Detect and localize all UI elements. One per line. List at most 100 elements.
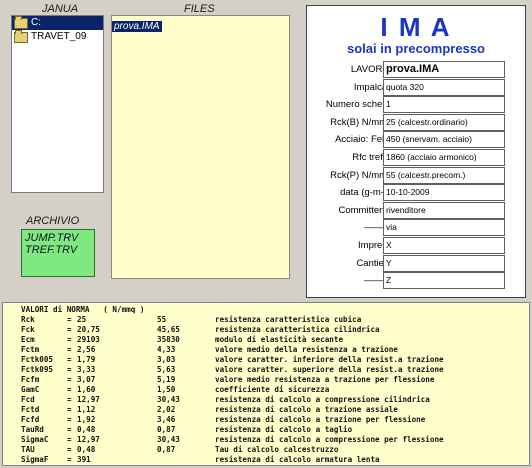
- norma-eq: =: [67, 375, 72, 384]
- directory-list[interactable]: C: TRAVET_09: [11, 15, 104, 193]
- norma-name: Fctd: [21, 405, 40, 414]
- norma-name: Fck: [21, 325, 35, 334]
- norma-row: Fcd = 12,97 30,43 resistenza di calcolo a co…: [3, 395, 529, 405]
- norma-value-1: 29103: [77, 335, 100, 344]
- norma-desc: resistenza caratteristica cilindrica: [215, 325, 380, 334]
- form-field[interactable]: 1: [383, 96, 505, 114]
- form-field[interactable]: 55 (calcestr.precom.): [383, 166, 505, 184]
- norma-value-1: 2,56: [77, 345, 96, 354]
- norma-name: SigmaC: [21, 435, 49, 444]
- files-list[interactable]: prova.IMA: [111, 15, 290, 279]
- dir-label: C:: [31, 17, 41, 28]
- norma-value-2: 1,50: [157, 385, 176, 394]
- form-field[interactable]: Z: [383, 272, 505, 290]
- norma-value-2: 2,02: [157, 405, 176, 414]
- form-row: Rfc trefoli: 1860 (acciaio armonico): [311, 149, 521, 166]
- dir-item-travet[interactable]: TRAVET_09: [12, 29, 103, 44]
- norma-value-2: 4,33: [157, 345, 176, 354]
- norma-name: Fcd: [21, 395, 35, 404]
- form-row: Impalcato quota 320: [311, 78, 521, 96]
- form-row: Acciaio: Fek = 450 (snervam. acciaio): [311, 131, 521, 149]
- norma-desc: coefficiente di sicurezza: [215, 385, 330, 394]
- form-row: Numero schemi: 1: [311, 96, 521, 114]
- form-field[interactable]: via: [383, 219, 505, 237]
- norma-desc: resistenza di calcolo a trazione assiale: [215, 405, 398, 414]
- norma-eq: =: [67, 425, 72, 434]
- norma-value-2: 3,03: [157, 355, 176, 364]
- norma-eq: =: [67, 365, 72, 374]
- dir-item-c[interactable]: C:: [12, 15, 103, 30]
- norma-eq: =: [67, 355, 72, 364]
- norma-eq: =: [67, 315, 72, 324]
- form-row: Committente: rivenditore: [311, 201, 521, 219]
- norma-desc: resistenza di calcolo a taglio: [215, 425, 353, 434]
- form-row: LAVORO : prova.IMA: [311, 61, 521, 78]
- norma-value-2: 30,43: [157, 395, 180, 404]
- file-item-prova[interactable]: prova.IMA: [112, 21, 162, 32]
- form-row: ———: Z: [311, 272, 521, 290]
- norma-desc: valore medio resistenza a trazione per f…: [215, 375, 435, 384]
- norma-name: Rck: [21, 315, 35, 324]
- norma-eq: =: [67, 455, 72, 464]
- norma-desc: resistenza caratteristica cubica: [215, 315, 362, 324]
- form-field[interactable]: 10-10-2009: [383, 184, 505, 202]
- norma-value-2: 35830: [157, 335, 180, 344]
- form-field[interactable]: 25 (calcestr.ordinario): [383, 113, 505, 131]
- norma-desc: Tau di calcolo calcestruzzo: [215, 445, 339, 454]
- norma-name: Fcfd: [21, 415, 40, 424]
- form-row: data (g-m-a): 10-10-2009: [311, 184, 521, 202]
- norma-name: Fcfm: [21, 375, 40, 384]
- norma-name: Fctk095: [21, 365, 54, 374]
- norma-name: Fctk005: [21, 355, 54, 364]
- norma-name: SigmaF: [21, 455, 49, 464]
- norma-eq: =: [67, 415, 72, 424]
- app-title: I M A: [380, 12, 452, 42]
- archive-item-jump[interactable]: JUMP.TRV: [25, 232, 91, 244]
- archive-item-tref[interactable]: TREF.TRV: [25, 244, 91, 256]
- norma-value-1: 391: [77, 455, 91, 464]
- norma-value-1: 0,48: [77, 425, 96, 434]
- norma-value-2: 30,43: [157, 435, 180, 444]
- archive-list[interactable]: JUMP.TRV TREF.TRV: [21, 229, 95, 277]
- form-field[interactable]: quota 320: [383, 78, 505, 96]
- norma-value-2: 55: [157, 315, 167, 324]
- norma-row: Rck = 25 55 resistenza caratteristica cubica: [3, 315, 529, 325]
- norma-value-1: 25: [77, 315, 87, 324]
- norma-desc: valore medio della resistenza a trazione: [215, 345, 398, 354]
- norma-desc: valore caratter. inferiore della resist.…: [215, 355, 444, 364]
- norma-desc: modulo di elasticità secante: [215, 335, 344, 344]
- norma-eq: =: [67, 335, 72, 344]
- norma-desc: resistenza di calcolo armatura lenta: [215, 455, 380, 464]
- norma-row: SigmaF = 391 resistenza di calcolo armatura…: [3, 455, 529, 465]
- norma-value-1: 1,79: [77, 355, 96, 364]
- norma-desc: resistenza di calcolo a compressione per…: [215, 435, 444, 444]
- norma-row: TAU = 0,48 0,87 Tau di calcolo calcestruzzo: [3, 445, 529, 455]
- form-field[interactable]: 1860 (acciaio armonico): [383, 149, 505, 166]
- norma-row: Fctd = 1,12 2,02 resistenza di calcolo a tra…: [3, 405, 529, 415]
- norma-name: TAU: [21, 445, 35, 454]
- form-field[interactable]: Y: [383, 254, 505, 272]
- form-field[interactable]: rivenditore: [383, 201, 505, 219]
- norma-value-1: 1,60: [77, 385, 96, 394]
- norma-value-1: 12,97: [77, 435, 100, 444]
- norma-row: TauRd = 0,48 0,87 resistenza di calcolo a ta…: [3, 425, 529, 435]
- folder-icon: [14, 29, 28, 43]
- norma-value-2: 5,19: [157, 375, 176, 384]
- form-field[interactable]: X: [383, 237, 505, 254]
- norma-eq: =: [67, 385, 72, 394]
- form-row: Rck(B) N/mmq: 25 (calcestr.ordinario): [311, 113, 521, 131]
- form-field[interactable]: 450 (snervam. acciaio): [383, 131, 505, 149]
- norma-row: Fctk005 = 1,79 3,03 valore caratter. inferio…: [3, 355, 529, 365]
- archivio-label: ARCHIVIO: [26, 215, 80, 227]
- norma-desc: resistenza di calcolo a compressione cil…: [215, 395, 430, 404]
- form-row: ———: via: [311, 219, 521, 237]
- norma-panel: VALORI di NORMA ( N/mmq ) Rck = 25 55 resist…: [2, 302, 530, 466]
- janua-label: JANUA: [42, 3, 79, 15]
- norma-value-1: 12,97: [77, 395, 100, 404]
- norma-row: Fcfd = 1,92 3,46 resistenza di calcolo a tra…: [3, 415, 529, 425]
- norma-header: VALORI di NORMA ( N/mmq ): [21, 305, 145, 314]
- norma-row: Fck = 20,75 45,65 resistenza caratteristica …: [3, 325, 529, 335]
- norma-row: SigmaC = 12,97 30,43 resistenza di calcolo a…: [3, 435, 529, 445]
- form-field[interactable]: prova.IMA: [383, 61, 505, 78]
- norma-value-2: 45,65: [157, 325, 180, 334]
